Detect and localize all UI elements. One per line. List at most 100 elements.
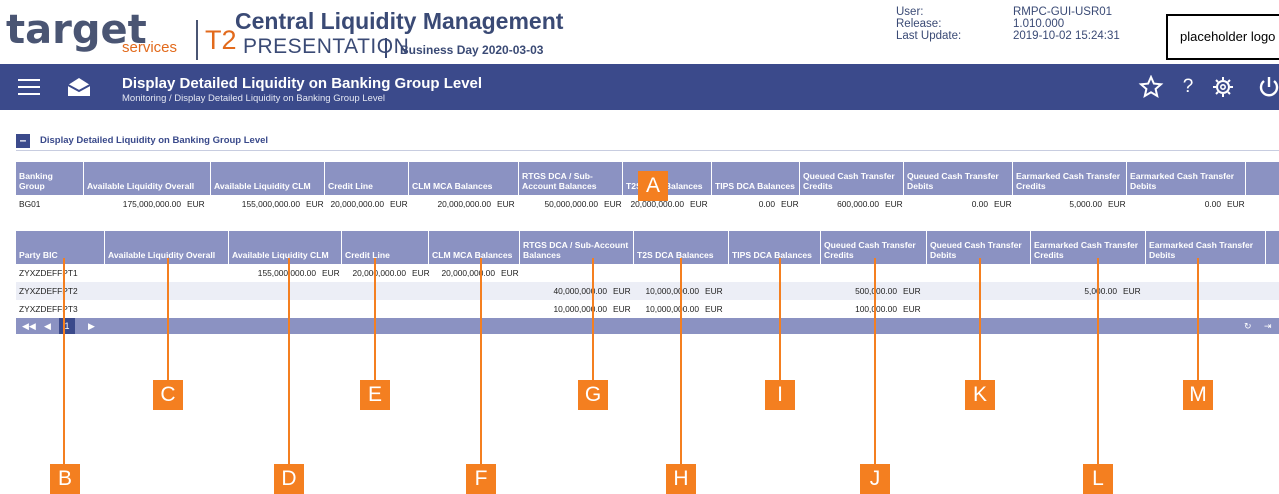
callout-k: K (965, 380, 995, 410)
collapse-button[interactable]: – (16, 134, 30, 148)
cell-value: 0.00 (971, 199, 988, 209)
col-queued-credits[interactable]: Queued Cash Transfer Credits (800, 162, 904, 195)
callout-line-m (1197, 258, 1199, 382)
callout-h: H (666, 464, 696, 494)
placeholder-logo: placeholder logo (1166, 14, 1279, 60)
power-icon[interactable] (1256, 75, 1279, 99)
callout-line-c (167, 258, 169, 382)
cell-currency: EUR (1123, 286, 1141, 296)
cell-value: 10,000,000.00 (645, 286, 699, 296)
table-row[interactable]: ZYXZDEFFPT1 155,000,000.00 EUR 20,000,00… (16, 264, 1279, 282)
callout-line-e (374, 258, 376, 382)
user-label: User: (896, 6, 924, 18)
col-earmarked-credits[interactable]: Earmarked Cash Transfer Credits (1031, 231, 1146, 264)
callout-line-h (680, 258, 682, 466)
col-earmarked-debits[interactable]: Earmarked Cash Transfer Debits (1146, 231, 1266, 264)
cell-currency: EUR (903, 286, 921, 296)
settings-icon[interactable] (1210, 75, 1236, 99)
cell-currency: EUR (604, 199, 622, 209)
cell-value: 10,000,000.00 (553, 304, 607, 314)
callout-c: C (153, 380, 183, 410)
nav-bar: Display Detailed Liquidity on Banking Gr… (0, 64, 1279, 110)
section-divider (16, 150, 1279, 151)
callout-l: L (1083, 464, 1113, 494)
help-icon[interactable]: ? (1175, 75, 1201, 99)
cell-value: 50,000,000.00 (544, 199, 598, 209)
col-clm-mca-balances[interactable]: CLM MCA Balances (429, 231, 520, 264)
cell-value: 20,000,000.00 (330, 199, 384, 209)
release-value: 1.010.000 (1013, 18, 1065, 30)
table-header: Party BIC Available Liquidity Overall Av… (16, 231, 1279, 264)
callout-g: G (578, 380, 608, 410)
cell-currency: EUR (306, 199, 324, 209)
col-available-liquidity-clm[interactable]: Available Liquidity CLM (211, 162, 325, 195)
logo-divider (196, 20, 198, 60)
callout-line-j (874, 258, 876, 466)
col-rtgs-dca-balances[interactable]: RTGS DCA / Sub-Account Balances (519, 162, 623, 195)
col-earmarked-credits[interactable]: Earmarked Cash Transfer Credits (1013, 162, 1127, 195)
session-labels: User: Release: Last Update: (896, 6, 961, 42)
current-page[interactable]: 1 (59, 318, 75, 334)
cell-currency: EUR (705, 286, 723, 296)
cell-party-bic: ZYXZDEFFPT2 (19, 286, 78, 296)
col-rtgs-dca-balances[interactable]: RTGS DCA / Sub-Account Balances (520, 231, 634, 264)
breadcrumb[interactable]: Monitoring / Display Detailed Liquidity … (122, 93, 385, 104)
cell-currency: EUR (497, 199, 515, 209)
col-available-liquidity-clm[interactable]: Available Liquidity CLM (229, 231, 342, 264)
cell-value: 20,000,000.00 (437, 199, 491, 209)
table-row[interactable]: ZYXZDEFFPT3 10,000,000.00 EUR 10,000,000… (16, 300, 1279, 318)
callout-i: I (765, 380, 795, 410)
section-title: Display Detailed Liquidity on Banking Gr… (40, 135, 269, 146)
release-label: Release: (896, 18, 942, 30)
cell-party-bic: ZYXZDEFFPT1 (19, 268, 78, 278)
cell-value: 500,000.00 (855, 286, 897, 296)
brand-sub: services (122, 39, 178, 56)
mail-icon[interactable] (66, 76, 92, 98)
col-earmarked-debits[interactable]: Earmarked Cash Transfer Debits (1127, 162, 1246, 195)
module-name: T2 (205, 25, 237, 55)
prev-page-icon[interactable]: ◀ (44, 318, 51, 334)
col-credit-line[interactable]: Credit Line (342, 231, 429, 264)
col-tips-dca-balances[interactable]: TIPS DCA Balances (729, 231, 821, 264)
app-title: Central Liquidity Management (235, 8, 564, 34)
cell-value: 175,000,000.00 (122, 199, 181, 209)
cell-value: 40,000,000.00 (553, 286, 607, 296)
callout-m: M (1183, 380, 1213, 410)
business-day: Business Day 2020-03-03 (400, 43, 544, 57)
callout-j: J (860, 464, 890, 494)
callout-a: A (638, 171, 668, 201)
col-queued-debits[interactable]: Queued Cash Transfer Debits (904, 162, 1013, 195)
cell-value: 0.00 (758, 199, 775, 209)
cell-currency: EUR (994, 199, 1012, 209)
cell-currency: EUR (705, 304, 723, 314)
col-available-liquidity-overall[interactable]: Available Liquidity Overall (84, 162, 211, 195)
cell-value: 10,000,000.00 (645, 304, 699, 314)
cell-currency: EUR (187, 199, 205, 209)
party-bic-table: Party BIC Available Liquidity Overall Av… (16, 231, 1279, 334)
callout-e: E (360, 380, 390, 410)
cell-currency: EUR (690, 199, 708, 209)
callout-line-b (63, 258, 65, 466)
star-icon[interactable] (1138, 75, 1164, 99)
first-page-icon[interactable]: ◀◀ (22, 318, 36, 334)
col-clm-mca-balances[interactable]: CLM MCA Balances (409, 162, 519, 195)
menu-icon[interactable] (18, 79, 40, 95)
col-party-bic[interactable]: Party BIC (16, 231, 105, 264)
cell-value: 20,000,000.00 (441, 268, 495, 278)
next-page-icon[interactable]: ▶ (88, 318, 95, 334)
export-icon[interactable]: ⇥ (1264, 318, 1272, 334)
app-header: target services T2 Central Liquidity Man… (0, 0, 1279, 64)
callout-line-l (1097, 258, 1099, 466)
table-row[interactable]: ZYXZDEFFPT2 40,000,000.00 EUR 10,000,000… (16, 282, 1279, 300)
col-banking-group[interactable]: Banking Group (16, 162, 84, 195)
callout-line-g (592, 258, 594, 382)
cell-currency: EUR (501, 268, 519, 278)
refresh-icon[interactable]: ↻ (1244, 318, 1252, 334)
cell-currency: EUR (885, 199, 903, 209)
cell-value: 5,000.00 (1069, 199, 1102, 209)
col-tips-dca-balances[interactable]: TIPS DCA Balances (712, 162, 800, 195)
cell-value: 100,000.00 (855, 304, 897, 314)
cell-value: 155,000,000.00 (257, 268, 316, 278)
col-credit-line[interactable]: Credit Line (325, 162, 409, 195)
update-label: Last Update: (896, 30, 962, 42)
